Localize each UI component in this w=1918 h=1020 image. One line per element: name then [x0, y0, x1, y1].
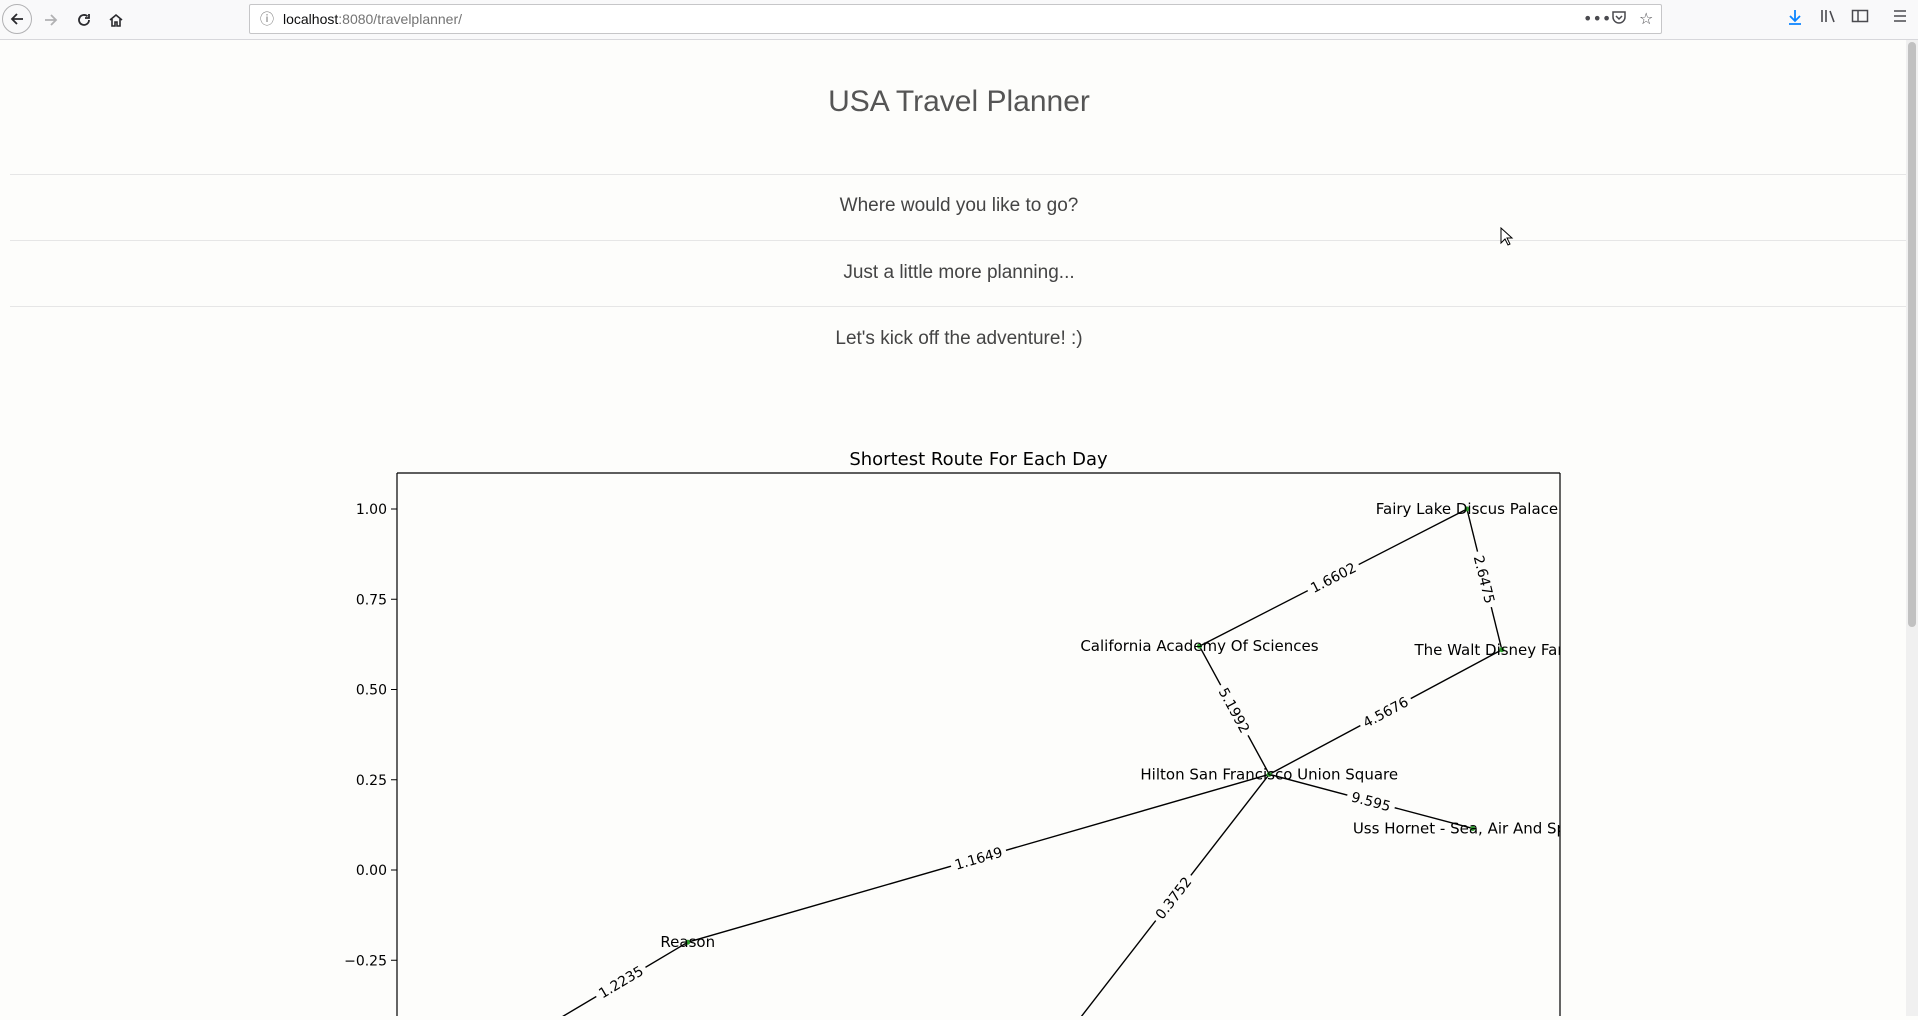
edge-label-group: 1.2235 [591, 958, 651, 1006]
y-tick-label: 0.50 [356, 683, 387, 699]
edge-label-group: 1.1649 [948, 840, 1009, 876]
page-title: USA Travel Planner [828, 85, 1090, 118]
node-label: Reason [660, 933, 715, 951]
edge-label-group: 9.595 [1344, 785, 1398, 818]
url-text[interactable]: localhost:8080/travelplanner/ [283, 11, 462, 27]
more-icon[interactable]: ••• [1583, 9, 1611, 28]
step-more-planning[interactable]: Just a little more planning... [10, 262, 1908, 284]
divider [10, 174, 1908, 175]
step-kick-off[interactable]: Let's kick off the adventure! :) [10, 328, 1908, 350]
edge-label-group: 0.3752 [1147, 869, 1199, 927]
bookmark-star-icon[interactable]: ☆ [1639, 9, 1653, 28]
library-icon[interactable] [1820, 8, 1838, 29]
back-icon[interactable] [2, 4, 32, 34]
node-label: Hilton San Francisco Union Square [1140, 765, 1398, 783]
step-where-to-go[interactable]: Where would you like to go? [10, 195, 1908, 217]
reload-icon[interactable] [70, 6, 98, 34]
home-icon[interactable] [102, 6, 130, 34]
forward-icon[interactable] [37, 6, 65, 34]
node-label: California Academy Of Sciences [1080, 637, 1318, 655]
pocket-icon[interactable] [1611, 9, 1627, 29]
y-tick-label: 0.00 [356, 863, 387, 879]
edge-label-group: 2.6475 [1467, 549, 1501, 610]
scroll-thumb[interactable] [1908, 42, 1916, 627]
y-tick-label: 1.00 [356, 502, 387, 518]
edge-label-group: 5.1992 [1211, 680, 1257, 741]
plot-area: 1.6602 2.6475 5.1992 4.5676 9.595 1.1649 0.375… [552, 500, 1593, 1020]
route-chart-svg: Shortest Route For Each Day 1.00 0.75 0.50 0… [344, 449, 1593, 1020]
divider [10, 240, 1908, 241]
y-tick-label: 0.25 [356, 773, 387, 789]
node-label: Fairy Lake Discus Palace [1376, 500, 1558, 518]
node-label: Uss Hornet - Sea, Air And Space [1353, 819, 1593, 837]
menu-icon[interactable] [1892, 8, 1908, 29]
divider [10, 306, 1908, 307]
edge-label-group: 4.5676 [1355, 689, 1416, 735]
y-tick-label: −0.25 [344, 953, 387, 969]
info-icon[interactable]: ⓘ [260, 9, 274, 29]
y-tick-label: 0.75 [356, 592, 387, 608]
url-bar[interactable]: ⓘ localhost:8080/travelplanner/ ••• ☆ [249, 4, 1662, 34]
browser-toolbar: ⓘ localhost:8080/travelplanner/ ••• ☆ [0, 0, 1918, 40]
chart-title: Shortest Route For Each Day [849, 449, 1108, 470]
node-label: The Walt Disney Family [1413, 641, 1589, 659]
edge-label-group: 1.6602 [1303, 555, 1364, 600]
route-chart: Shortest Route For Each Day 1.00 0.75 0.50 0… [0, 400, 1918, 1020]
mouse-cursor-icon [1500, 226, 1514, 251]
sidebar-icon[interactable] [1851, 8, 1869, 29]
download-icon[interactable] [1787, 8, 1803, 31]
